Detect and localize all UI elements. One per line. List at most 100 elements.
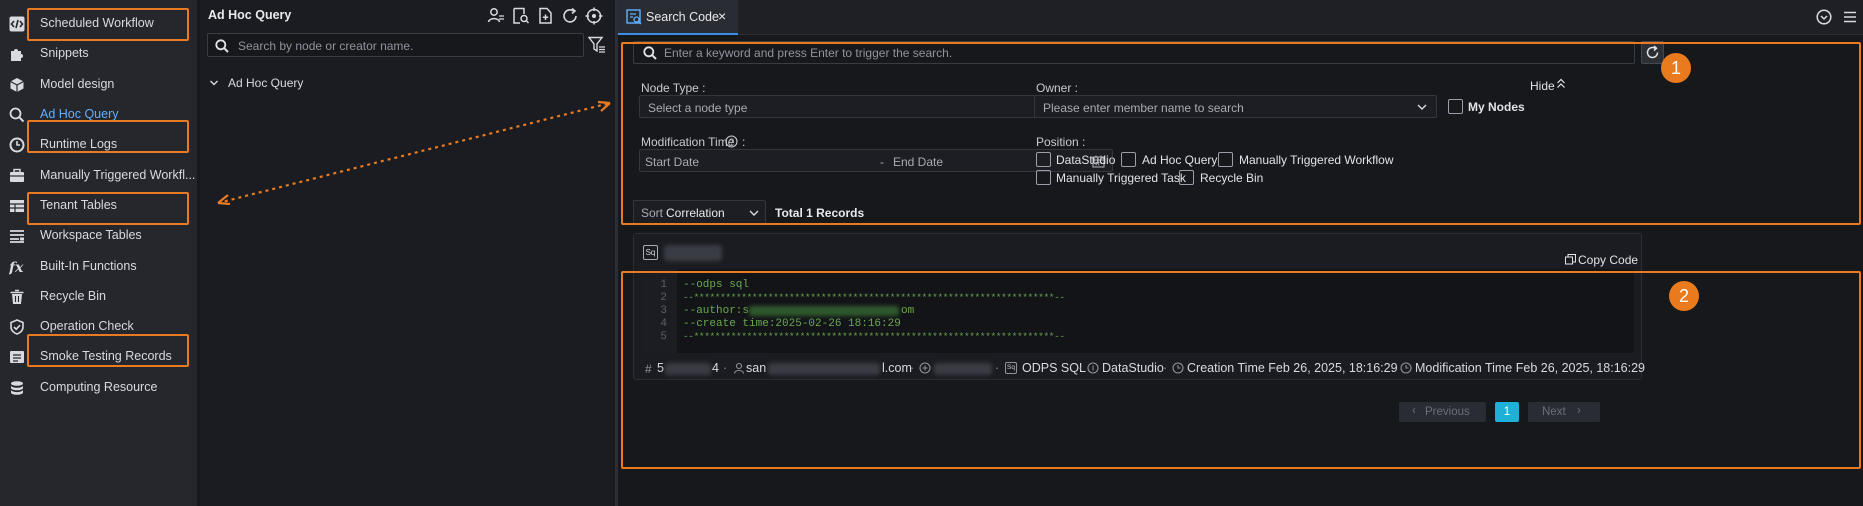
redacted-workspace (934, 363, 992, 375)
page-1-button[interactable]: 1 (1495, 402, 1519, 422)
meta-separator: · (723, 361, 728, 375)
code-line-fragment: om (901, 305, 915, 317)
search-icon (9, 107, 25, 123)
ad-hoc-query-panel: Ad Hoc Query Search by node or creator n… (200, 0, 615, 506)
new-file-icon[interactable] (537, 7, 555, 25)
previous-label: Previous (1425, 406, 1470, 418)
owner-select[interactable]: Please enter member name to search (1034, 95, 1437, 118)
line-number: 3 (660, 305, 667, 317)
svg-text:fx: fx (9, 260, 24, 275)
previous-page-button[interactable]: ‹ Previous (1399, 402, 1486, 422)
modification-time: Modification Time Feb 26, 2025, 18:16:29 (1415, 361, 1646, 375)
copy-code-label: Copy Code (1578, 253, 1639, 267)
code-line: --**************************************… (683, 292, 1065, 303)
filter-icon[interactable] (588, 36, 606, 54)
chevron-down-icon (748, 207, 760, 219)
position-label-manually-triggered-task: Manually Triggered Task (1056, 171, 1186, 185)
node-type-label: Node Type : (641, 81, 706, 95)
sort-select[interactable]: Sort Correlation (633, 200, 766, 225)
search-icon (643, 46, 657, 60)
next-page-button[interactable]: Next › (1528, 402, 1600, 422)
briefcase-icon (9, 168, 25, 184)
keyword-search-input[interactable]: Enter a keyword and press Enter to trigg… (633, 41, 1635, 64)
search-file-icon[interactable] (512, 7, 530, 25)
table-icon (9, 198, 25, 214)
position-icon (1087, 362, 1099, 374)
node-type-select[interactable]: Select a node type (639, 95, 1102, 118)
help-icon[interactable]: ? (725, 135, 738, 148)
search-icon (215, 39, 229, 53)
sidebar-item-label: Runtime Logs (40, 137, 118, 151)
svg-text:?: ? (729, 137, 734, 147)
owner-email-suffix: l.com (882, 361, 912, 375)
user-filter-icon[interactable] (487, 7, 505, 25)
tree-node-ad-hoc-query[interactable]: Ad Hoc Query (207, 76, 327, 92)
sidebar-item-computing-resource[interactable]: Computing Resource (0, 370, 197, 406)
redacted-node-id (665, 363, 711, 375)
tab-bar: Search Code × (618, 0, 1863, 35)
position-label: Position : (1036, 135, 1086, 149)
clock-icon (1400, 362, 1412, 374)
search-result-card[interactable]: Sq Copy Code 1 2 3 4 5 --odps sql --****… (633, 233, 1646, 380)
locate-icon[interactable] (585, 7, 603, 25)
sort-label: Sort (641, 206, 664, 220)
copy-code-button[interactable]: Copy Code (1565, 253, 1639, 267)
sidebar-item-label: Snippets (40, 46, 89, 60)
left-nav: Scheduled Workflow Snippets Model design… (0, 0, 197, 506)
code-line: --odps sql (683, 279, 750, 291)
hide-label: Hide (1530, 79, 1555, 93)
my-nodes-label: My Nodes (1468, 100, 1525, 114)
position-checkbox-datastudio[interactable] (1036, 152, 1051, 167)
tree-node-label: Ad Hoc Query (228, 76, 304, 90)
sidebar-item-label: Manually Triggered Workfl... (40, 168, 196, 182)
node-type-placeholder: Select a node type (648, 101, 748, 115)
creation-time: Creation Time Feb 26, 2025, 18:16:29 (1187, 361, 1398, 375)
position-checkbox-manually-triggered-task[interactable] (1036, 170, 1051, 185)
chevron-circle-down-icon[interactable] (1816, 9, 1832, 25)
search-code-icon (626, 9, 642, 25)
position-label-ad-hoc-query: Ad Hoc Query (1142, 153, 1218, 167)
meta-separator: · (1390, 361, 1395, 375)
position-checkbox-recycle-bin[interactable] (1179, 170, 1194, 185)
position-value: DataStudio (1102, 361, 1164, 375)
chevron-left-icon: ‹ (1412, 405, 1416, 417)
tab-search-code[interactable]: Search Code × (618, 0, 738, 35)
refresh-icon[interactable] (561, 7, 579, 25)
clock-icon (1172, 362, 1184, 374)
copy-icon (1565, 254, 1576, 265)
tab-label: Search Code (646, 10, 719, 24)
owner-email-prefix: san (746, 361, 767, 375)
sidebar-item-label: Computing Resource (40, 380, 158, 394)
my-nodes-checkbox[interactable] (1448, 99, 1463, 114)
node-search-input[interactable]: Search by node or creator name. (207, 33, 584, 57)
puzzle-icon (9, 46, 25, 62)
sql-type-badge: Sq (643, 245, 658, 260)
position-checkbox-ad-hoc-query[interactable] (1121, 152, 1136, 167)
user-icon (733, 362, 745, 374)
sidebar-item-label: Recycle Bin (40, 289, 106, 303)
hide-toggle[interactable]: Hide (1530, 78, 1565, 93)
code-line: --author:s (683, 305, 750, 317)
sidebar-item-label: Scheduled Workflow (40, 16, 154, 30)
close-icon[interactable]: × (718, 8, 726, 24)
sidebar-item-label: Tenant Tables (40, 198, 117, 212)
meta-separator: · (995, 361, 1000, 375)
menu-icon[interactable] (1842, 9, 1858, 25)
line-number: 1 (660, 279, 667, 291)
node-type-value: ODPS SQL (1022, 361, 1086, 375)
end-date-input[interactable]: End Date (893, 155, 943, 169)
refresh-button[interactable] (1641, 41, 1664, 64)
redacted-author (749, 306, 899, 316)
position-checkbox-manually-triggered-workflow[interactable] (1218, 152, 1233, 167)
sidebar-item-label: Operation Check (40, 319, 134, 333)
panel-title: Ad Hoc Query (208, 8, 292, 22)
position-label-recycle-bin: Recycle Bin (1200, 171, 1264, 185)
date-separator: - (880, 155, 884, 169)
code-line: --**************************************… (683, 331, 1065, 342)
line-number: 4 (660, 318, 667, 330)
start-date-input[interactable]: Start Date (645, 155, 699, 169)
refresh-icon (1645, 45, 1660, 60)
total-records: Total 1 Records (775, 206, 865, 220)
hash-icon: # (645, 362, 652, 376)
shield-check-icon (9, 319, 25, 335)
